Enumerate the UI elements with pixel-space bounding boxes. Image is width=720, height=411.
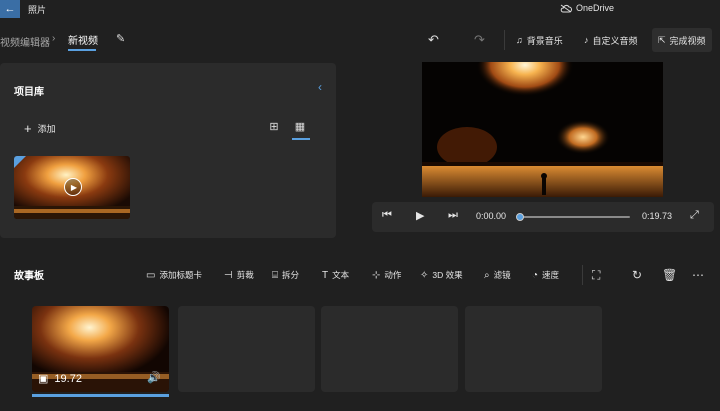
empty-clip-slot[interactable]	[465, 306, 602, 392]
text-label: 文本	[332, 270, 350, 280]
3d-effects-icon: ✧	[420, 269, 429, 281]
delete-icon[interactable]: 🗑	[662, 268, 677, 282]
music-note-icon: ♫	[516, 35, 523, 45]
onedrive-status[interactable]: OneDrive	[560, 3, 614, 13]
clip-duration-value: 19.72	[54, 372, 82, 385]
arrow-left-icon: ←	[4, 3, 16, 15]
title-card-icon: ▭	[146, 269, 156, 281]
video-preview	[422, 62, 663, 197]
small-grid-view-icon[interactable]: ▦	[292, 120, 308, 136]
storyboard-title: 故事板	[14, 271, 44, 282]
app-title: 照片	[28, 5, 47, 15]
empty-clip-slot[interactable]	[178, 306, 315, 392]
motion-label: 动作	[384, 270, 402, 280]
trim-icon: ⊣	[224, 269, 233, 281]
play-button-icon[interactable]: ▶	[416, 209, 424, 222]
large-grid-view-icon[interactable]: ⊞	[266, 120, 282, 136]
text-button[interactable]: T 文本	[322, 269, 349, 281]
previous-frame-icon[interactable]: ⏮	[382, 209, 392, 222]
total-time: 0:19.73	[642, 211, 673, 221]
finish-video-button[interactable]: ⇱ 完成视频	[652, 28, 712, 52]
background-music-button[interactable]: ♫ 背景音乐	[510, 28, 569, 52]
3d-effects-label: 3D 效果	[432, 270, 463, 280]
undo-icon[interactable]: ↶	[428, 32, 439, 48]
audio-add-icon: ♪	[584, 35, 589, 45]
split-icon: ⌸	[272, 269, 278, 281]
speed-label: 速度	[542, 270, 560, 280]
breadcrumb-video-editor[interactable]: 视频编辑器	[0, 34, 50, 49]
add-title-card-label: 添加标题卡	[159, 270, 202, 280]
add-media-label: 添加	[37, 124, 56, 134]
split-button[interactable]: ⌸ 拆分	[272, 269, 299, 281]
add-media-button[interactable]: + 添加	[24, 121, 56, 136]
view-active-indicator	[292, 138, 310, 140]
next-frame-icon[interactable]: ⏭	[448, 209, 458, 222]
editor-nav-bar: 视频编辑器 › 新视频 ✎ ↶ ↷ ♫ 背景音乐 ♪ 自定义音频 ⇱ 完成视频	[0, 24, 720, 56]
crop-icon[interactable]: ⛶	[592, 268, 600, 283]
chevron-left-icon[interactable]: ‹	[318, 80, 322, 94]
speed-button[interactable]: ◔ 速度	[532, 269, 559, 281]
trim-button[interactable]: ⊣ 剪裁	[224, 269, 254, 281]
clip-frame-icon: ▣	[38, 373, 49, 385]
empty-clip-slot[interactable]	[321, 306, 458, 392]
seek-thumb[interactable]	[516, 213, 524, 221]
back-button[interactable]: ←	[0, 0, 20, 18]
chevron-right-icon: ›	[52, 33, 56, 44]
redo-icon[interactable]: ↷	[474, 32, 485, 48]
volume-icon[interactable]: 🔊	[147, 371, 161, 384]
plus-icon: +	[24, 121, 32, 136]
cloud-off-icon	[560, 4, 572, 12]
title-bar: ← 照片 OneDrive	[0, 0, 720, 18]
storyboard-clip[interactable]: ▣ 19.72 🔊	[32, 306, 169, 392]
toolbar-divider	[504, 30, 505, 50]
add-title-card-button[interactable]: ▭ 添加标题卡	[146, 269, 202, 281]
filter-button[interactable]: ⌕ 滤镜	[484, 269, 511, 281]
text-icon: T	[322, 269, 329, 281]
onedrive-label: OneDrive	[576, 3, 615, 13]
clip-duration: ▣ 19.72	[38, 372, 82, 386]
split-label: 拆分	[282, 270, 300, 280]
playback-controls: ⏮ ▶ ⏭ 0:00.00 0:19.73 ⤢	[372, 202, 714, 232]
project-library-panel: 项目库 ‹ + 添加 ⊞ ▦ ▶	[0, 63, 336, 238]
more-options-icon[interactable]: ⋯	[692, 268, 704, 282]
filter-label: 滤镜	[493, 270, 511, 280]
motion-button[interactable]: ⊹ 动作	[372, 269, 401, 281]
breadcrumb-underline	[68, 49, 96, 51]
finish-video-label: 完成视频	[669, 35, 706, 46]
motion-icon: ⊹	[372, 269, 381, 281]
export-icon: ⇱	[658, 34, 666, 45]
rename-pencil-icon[interactable]: ✎	[116, 32, 125, 45]
fireworks-preview-image	[422, 62, 663, 197]
3d-effects-button[interactable]: ✧ 3D 效果	[420, 269, 463, 281]
rotate-icon[interactable]: ↻	[632, 268, 642, 282]
storyboard-toolbar-divider	[582, 265, 583, 285]
custom-audio-label: 自定义音频	[592, 35, 638, 46]
trim-label: 剪裁	[236, 270, 254, 280]
breadcrumb-project-name: 新视频	[68, 36, 98, 47]
seek-bar[interactable]	[516, 213, 630, 221]
in-use-corner-marker	[14, 156, 26, 168]
project-library-title: 项目库	[14, 87, 44, 98]
background-music-label: 背景音乐	[526, 35, 563, 46]
filter-icon: ⌕	[484, 269, 490, 281]
library-media-thumbnail[interactable]: ▶	[14, 156, 130, 219]
custom-audio-button[interactable]: ♪ 自定义音频	[578, 28, 644, 52]
clip-selected-indicator	[32, 394, 169, 397]
current-time: 0:00.00	[476, 211, 507, 221]
fullscreen-icon[interactable]: ⤢	[690, 209, 699, 222]
speed-icon: ◔	[532, 269, 539, 281]
play-icon[interactable]: ▶	[64, 178, 82, 196]
